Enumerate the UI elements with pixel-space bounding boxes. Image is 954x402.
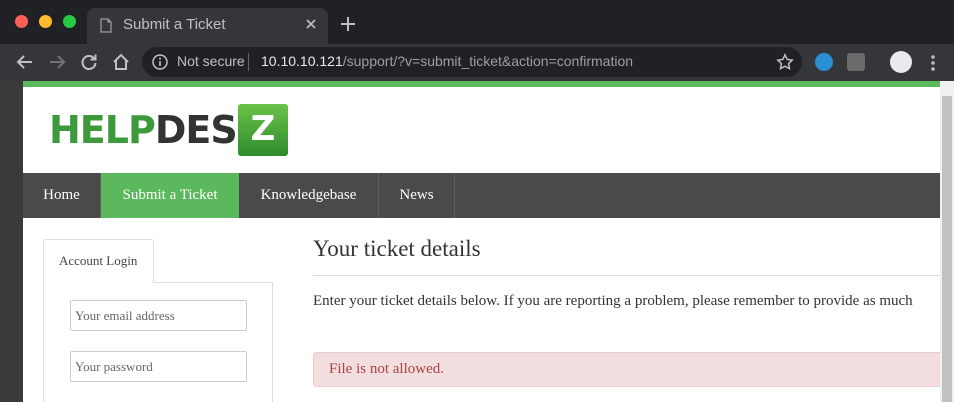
browser-tab-active[interactable]: Submit a Ticket bbox=[87, 8, 328, 44]
new-tab-icon[interactable] bbox=[340, 16, 356, 32]
nav-knowledgebase[interactable]: Knowledgebase bbox=[239, 173, 379, 218]
close-tab-icon[interactable] bbox=[304, 17, 318, 31]
browser-tab-bar: Submit a Ticket bbox=[0, 0, 954, 44]
logo-help-text: HELP bbox=[49, 108, 156, 152]
forward-icon[interactable] bbox=[48, 53, 66, 71]
browser-toolbar: Not secure 10.10.10.121/support/?v=submi… bbox=[0, 44, 954, 81]
home-icon[interactable] bbox=[112, 53, 130, 71]
nav-home[interactable]: Home bbox=[23, 173, 101, 218]
password-field[interactable] bbox=[70, 351, 247, 382]
error-message: File is not allowed. bbox=[329, 361, 444, 377]
title-divider bbox=[313, 275, 940, 276]
security-label: Not secure bbox=[177, 53, 245, 69]
account-login-label: Account Login bbox=[59, 253, 138, 268]
minimize-window-button[interactable] bbox=[39, 15, 52, 28]
logo-z-badge: Z bbox=[238, 104, 288, 156]
email-field[interactable] bbox=[70, 300, 247, 331]
close-window-button[interactable] bbox=[15, 15, 28, 28]
address-bar[interactable]: Not secure 10.10.10.121/support/?v=submi… bbox=[142, 47, 802, 77]
reload-icon[interactable] bbox=[80, 53, 98, 71]
address-separator bbox=[248, 53, 249, 71]
maximize-window-button[interactable] bbox=[63, 15, 76, 28]
nav-news[interactable]: News bbox=[379, 173, 455, 218]
helpdeskz-logo[interactable]: HELPDESK Z bbox=[49, 104, 294, 159]
bookmark-star-icon[interactable] bbox=[776, 53, 794, 71]
scrollbar-thumb[interactable] bbox=[942, 96, 952, 402]
main-navigation: Home Submit a Ticket Knowledgebase News bbox=[23, 173, 940, 218]
intro-text: Enter your ticket details below. If you … bbox=[313, 293, 913, 309]
browser-menu-icon[interactable] bbox=[928, 54, 938, 72]
page-icon bbox=[100, 18, 112, 33]
top-accent-bar bbox=[23, 81, 940, 87]
info-icon[interactable] bbox=[152, 54, 168, 70]
page-title: Your ticket details bbox=[313, 236, 481, 261]
tab-account-login[interactable]: Account Login bbox=[43, 239, 154, 283]
page-scrollbar[interactable] bbox=[940, 81, 954, 402]
error-alert: File is not allowed. bbox=[313, 352, 953, 387]
extension-shield-icon[interactable] bbox=[847, 53, 865, 71]
url-host: 10.10.10.121 bbox=[261, 53, 343, 69]
url-path: /support/?v=submit_ticket&action=confirm… bbox=[342, 53, 634, 69]
tab-title: Submit a Ticket bbox=[123, 16, 226, 33]
helpdesk-page: HELPDESK Z Home Submit a Ticket Knowledg… bbox=[23, 81, 953, 402]
page-viewport: HELPDESK Z Home Submit a Ticket Knowledg… bbox=[0, 81, 954, 402]
nav-submit-ticket[interactable]: Submit a Ticket bbox=[101, 173, 239, 218]
profile-avatar[interactable] bbox=[890, 51, 912, 73]
url-text[interactable]: 10.10.10.121/support/?v=submit_ticket&ac… bbox=[261, 53, 633, 69]
logo-wordmark: HELPDESK bbox=[49, 108, 266, 152]
back-icon[interactable] bbox=[16, 53, 34, 71]
extension-compass-icon[interactable] bbox=[815, 53, 833, 71]
left-gutter bbox=[0, 81, 23, 402]
